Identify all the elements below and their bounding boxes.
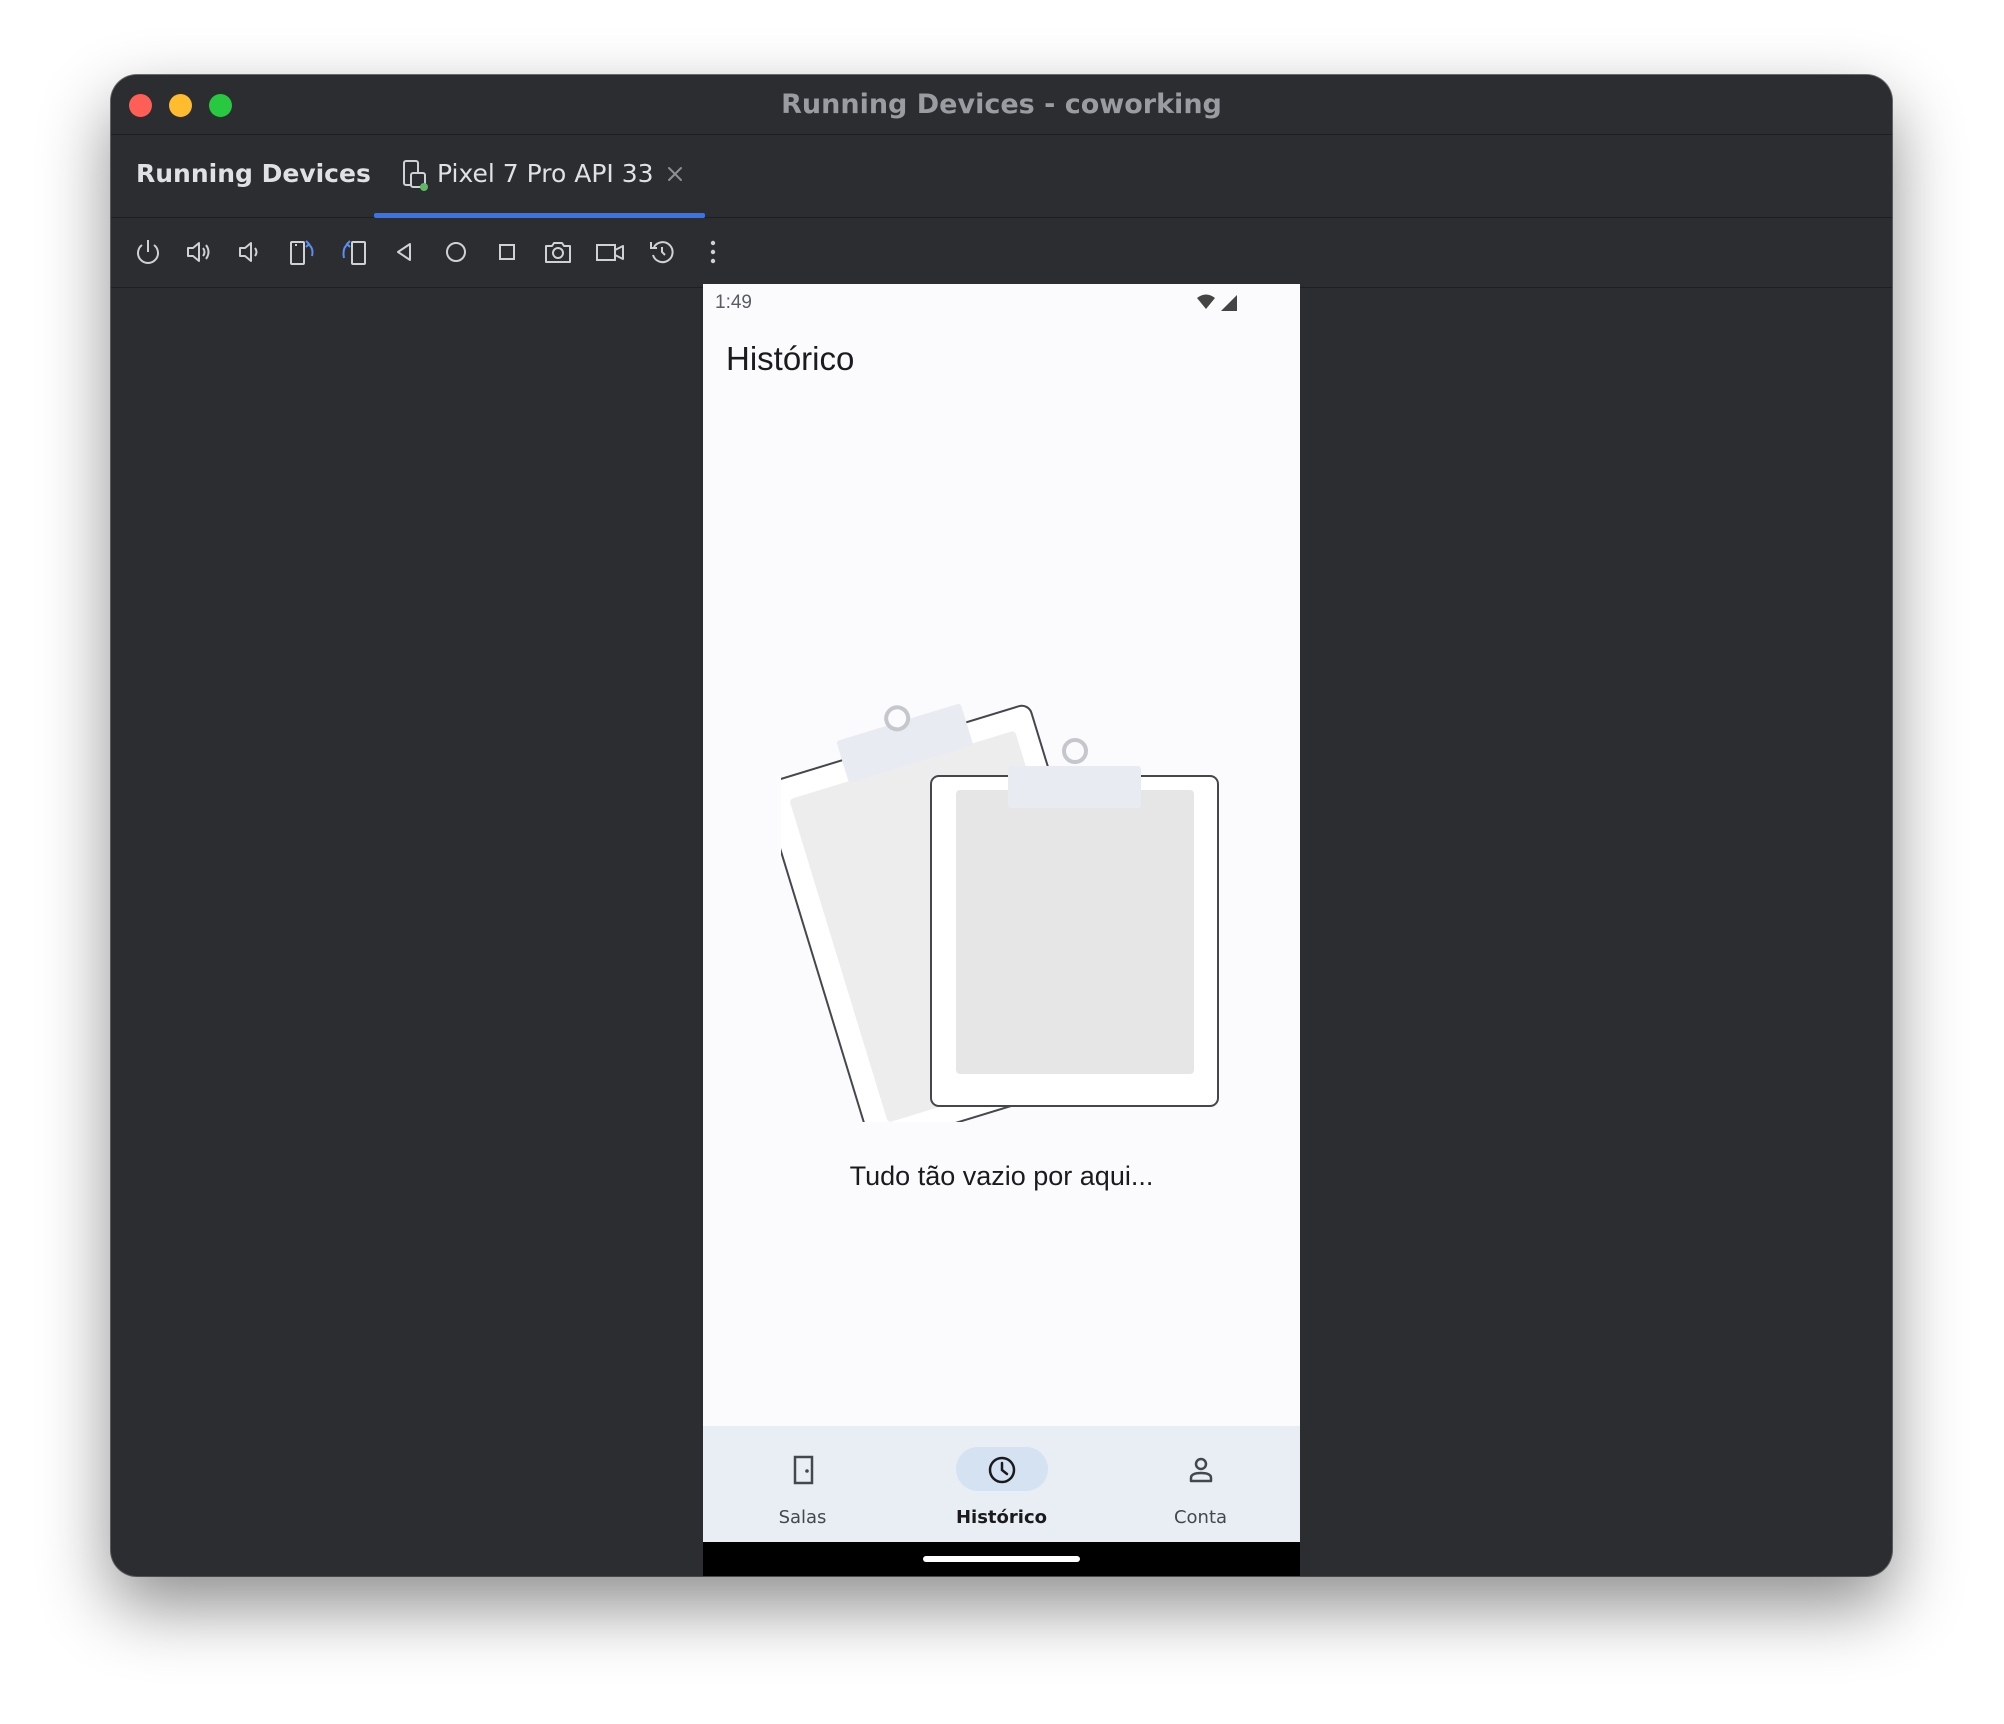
person-icon bbox=[1189, 1457, 1212, 1483]
screenshot-icon bbox=[545, 242, 571, 263]
device-toolbar bbox=[111, 218, 1892, 288]
volume-up-icon bbox=[187, 242, 210, 262]
rotate-left-icon bbox=[290, 240, 314, 265]
home-button[interactable] bbox=[436, 232, 476, 272]
screenshot-button[interactable] bbox=[538, 232, 578, 272]
tool-window-header: Running Devices Pixel 7 Pro API 33 bbox=[111, 135, 1892, 218]
device-tab-label: Pixel 7 Pro API 33 bbox=[437, 159, 654, 188]
home-icon bbox=[446, 242, 466, 262]
window-title: Running Devices - coworking bbox=[781, 89, 1222, 120]
nav-item-conta[interactable]: Conta bbox=[1101, 1426, 1300, 1542]
rotate-right-button[interactable] bbox=[334, 232, 374, 272]
screen-record-button[interactable] bbox=[590, 232, 630, 272]
volume-up-button[interactable] bbox=[179, 232, 219, 272]
overview-icon bbox=[499, 244, 515, 260]
wifi-icon bbox=[1197, 294, 1215, 309]
rotate-left-button[interactable] bbox=[282, 232, 322, 272]
status-icons bbox=[1197, 294, 1237, 311]
screen-record-icon bbox=[596, 244, 624, 261]
back-icon bbox=[397, 243, 411, 261]
page-title: Histórico bbox=[726, 340, 855, 377]
power-icon bbox=[137, 240, 159, 264]
more-options-icon bbox=[710, 240, 716, 264]
overview-button[interactable] bbox=[487, 232, 527, 272]
empty-state-message: Tudo tão vazio por aqui... bbox=[849, 1161, 1154, 1191]
bottom-navigation: Salas Histórico Conta bbox=[703, 1426, 1300, 1542]
nav-label-salas: Salas bbox=[778, 1507, 827, 1528]
title-bar: Running Devices - coworking bbox=[111, 75, 1892, 135]
signal-icon bbox=[1221, 295, 1237, 311]
rotate-right-icon bbox=[342, 240, 366, 265]
tool-window-title: Running Devices bbox=[136, 159, 371, 188]
emulator-window: Running Devices - coworking Running Devi… bbox=[111, 75, 1892, 1576]
device-icon bbox=[403, 160, 428, 191]
back-button[interactable] bbox=[385, 232, 425, 272]
volume-down-icon bbox=[239, 242, 258, 262]
empty-clipboard-illustration bbox=[781, 703, 1219, 1122]
nav-label-conta: Conta bbox=[1173, 1507, 1228, 1528]
close-tab-icon[interactable] bbox=[664, 163, 686, 185]
volume-down-button[interactable] bbox=[230, 232, 270, 272]
power-button[interactable] bbox=[128, 232, 168, 272]
reset-button[interactable] bbox=[642, 232, 682, 272]
gesture-navigation-bar bbox=[703, 1542, 1300, 1576]
status-bar-time: 1:49 bbox=[715, 292, 752, 313]
device-screen[interactable]: 1:49 Histórico Tudo tão vazio por aqui..… bbox=[703, 284, 1300, 1576]
nav-item-salas[interactable]: Salas bbox=[703, 1426, 902, 1542]
door-icon bbox=[793, 1455, 813, 1485]
home-gesture-handle[interactable] bbox=[923, 1556, 1080, 1562]
tab-device[interactable]: Pixel 7 Pro API 33 bbox=[374, 135, 705, 217]
nav-label-historico: Histórico bbox=[955, 1507, 1047, 1528]
reset-icon bbox=[650, 241, 674, 264]
more-options-button[interactable] bbox=[693, 232, 733, 272]
nav-item-historico[interactable]: Histórico bbox=[902, 1426, 1101, 1542]
clock-icon bbox=[988, 1456, 1015, 1484]
